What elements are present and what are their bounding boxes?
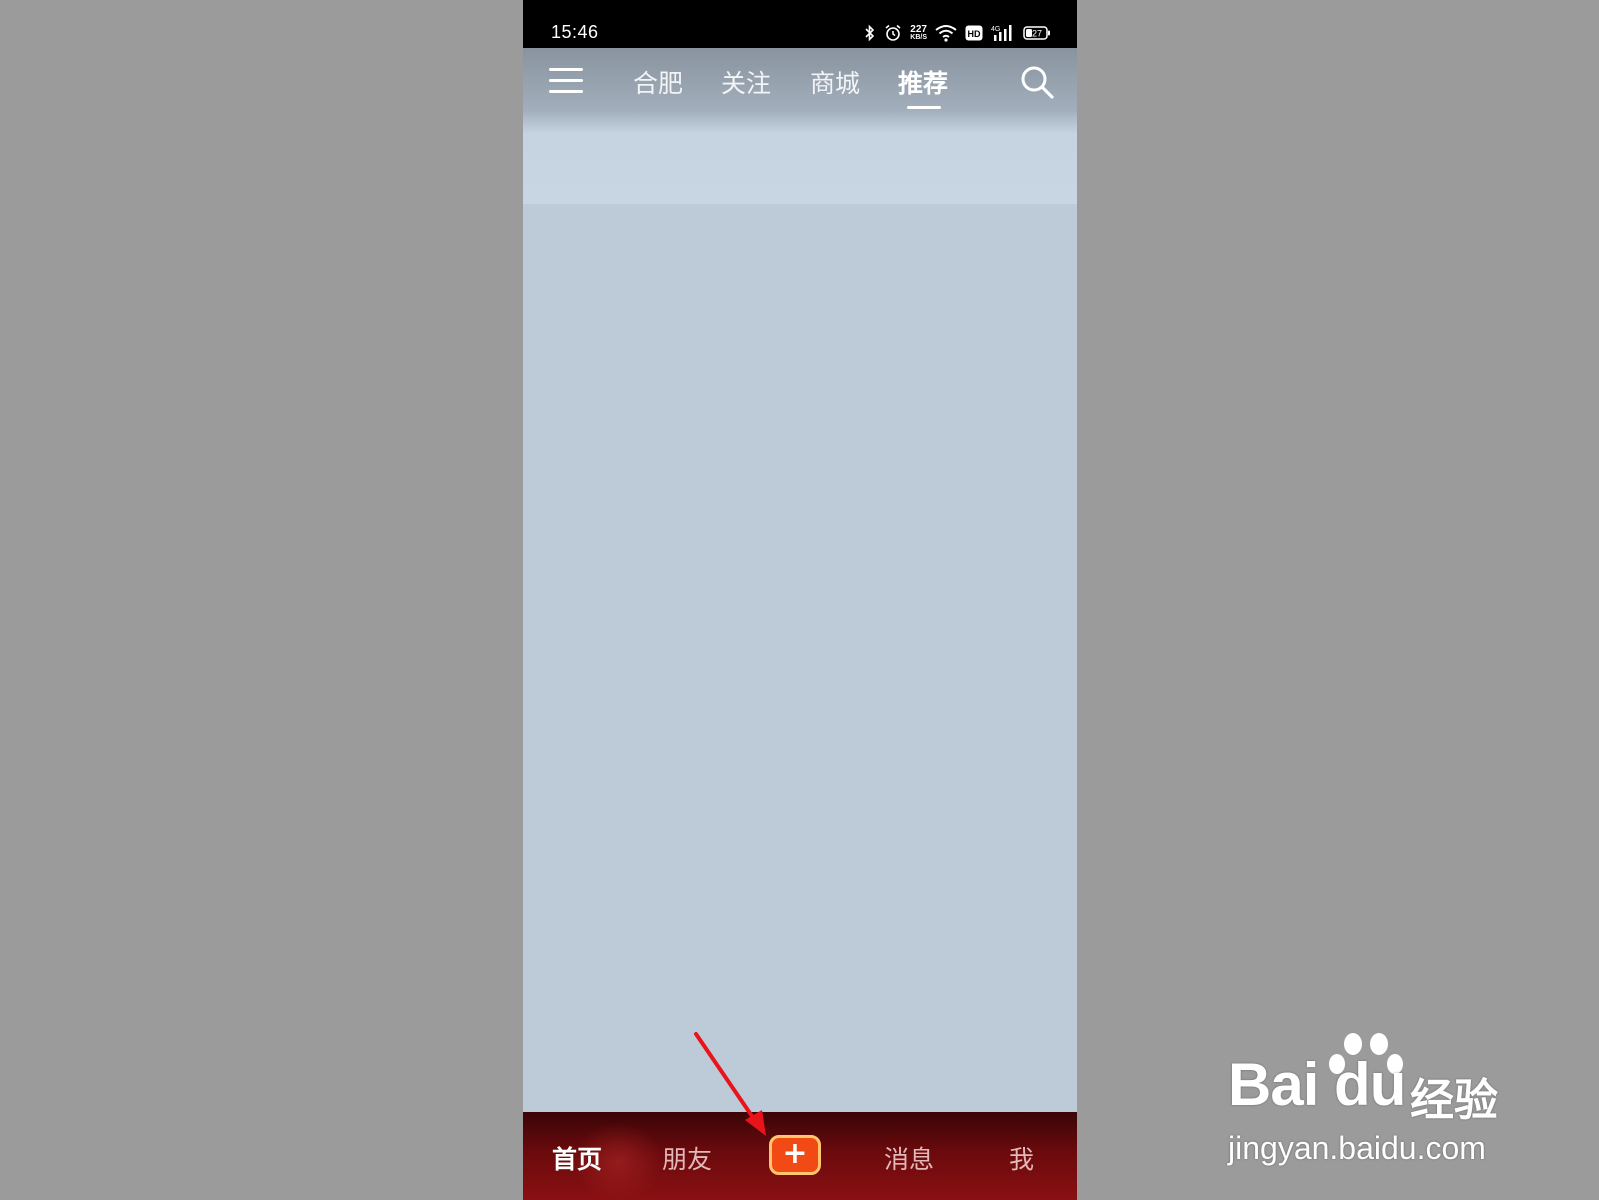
signal-icon: 4G (991, 25, 1012, 41)
baidu-jingyan-watermark: Bai du 经验 jingyan.baidu.com (1228, 1030, 1528, 1170)
nav-messages[interactable]: 消息 (884, 1140, 934, 1176)
alarm-icon (885, 24, 901, 41)
bottom-nav: 首页 朋友 + 消息 我 (523, 1112, 1077, 1200)
status-icons: 227 KB/S HD 4G 27 (864, 22, 1051, 44)
annotation-arrow-icon (694, 1032, 766, 1136)
status-time: 15:46 (551, 22, 599, 42)
net-speed-value: 227 (910, 23, 927, 35)
active-tab-underline (907, 106, 941, 109)
watermark-brand-suffix: 经验 (1410, 1075, 1498, 1126)
menu-icon[interactable] (549, 68, 583, 98)
net-speed: 227 KB/S (910, 23, 927, 42)
publish-button[interactable]: + (769, 1135, 821, 1175)
watermark-logo-text: Bai du (1228, 1051, 1406, 1118)
tab-follow[interactable]: 关注 (721, 64, 771, 100)
tab-mall[interactable]: 商城 (810, 64, 860, 100)
phone-screen: 15:46 227 KB/S HD 4G 27 合肥 关注 商城 推荐 首页 朋… (523, 0, 1077, 1200)
wifi-icon (935, 25, 957, 42)
search-icon[interactable] (1019, 64, 1055, 100)
nav-friends[interactable]: 朋友 (662, 1140, 712, 1176)
net-speed-unit: KB/S (910, 33, 927, 41)
hd-label: HD (968, 29, 981, 39)
top-header: 合肥 关注 商城 推荐 (523, 48, 1077, 204)
tab-hefei[interactable]: 合肥 (633, 64, 683, 100)
watermark-url: jingyan.baidu.com (1228, 1130, 1486, 1166)
video-feed-area[interactable] (523, 204, 1077, 1112)
battery-level: 27 (1032, 29, 1042, 39)
battery-icon: 27 (1023, 26, 1050, 40)
bluetooth-icon (865, 24, 875, 42)
network-type: 4G (991, 26, 1000, 33)
tab-recommend[interactable]: 推荐 (898, 64, 948, 100)
nav-home[interactable]: 首页 (552, 1140, 602, 1176)
status-bar: 15:46 227 KB/S HD 4G 27 (523, 0, 1077, 48)
nav-me[interactable]: 我 (1009, 1140, 1034, 1176)
hd-icon: HD (965, 25, 983, 41)
